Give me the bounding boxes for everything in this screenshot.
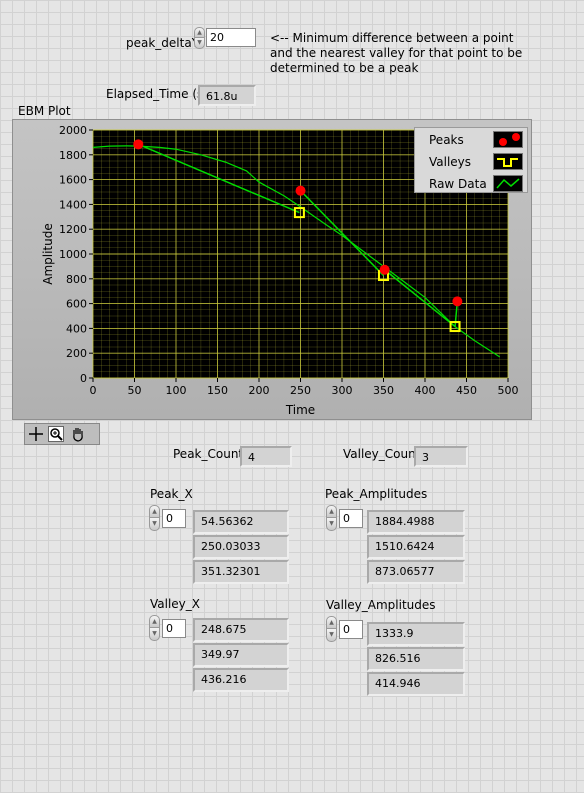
- zoom-tool-icon[interactable]: [48, 426, 64, 442]
- valley-x-index-input[interactable]: 0: [162, 619, 186, 638]
- raw-data-line-icon: [493, 175, 523, 192]
- valley-count-indicator: 3: [414, 446, 468, 467]
- peak-amplitudes-element: 873.06577: [367, 560, 465, 584]
- valley-count-label: Valley_Count: [343, 447, 421, 461]
- increment-arrow-icon[interactable]: ▲: [149, 615, 160, 628]
- x-tick-label: 50: [128, 384, 142, 397]
- increment-arrow-icon[interactable]: ▲: [194, 27, 205, 38]
- valley-x-element: 248.675: [193, 618, 289, 642]
- decrement-arrow-icon[interactable]: ▼: [149, 628, 160, 641]
- elapsed-time-indicator: 61.8u: [198, 85, 256, 106]
- x-tick-label: 250: [290, 384, 311, 397]
- legend-label-valleys: Valleys: [429, 155, 472, 169]
- peak-x-index-stepper[interactable]: ▲ ▼: [149, 505, 160, 531]
- valley-amplitudes-label: Valley_Amplitudes: [326, 598, 436, 612]
- peak-amplitudes-label: Peak_Amplitudes: [325, 487, 428, 501]
- peak-x-element: 54.56362: [193, 510, 289, 534]
- x-tick-label: 400: [415, 384, 436, 397]
- valley-amplitudes-index-input[interactable]: 0: [339, 620, 363, 639]
- valley-amplitudes-element: 1333.9: [367, 622, 465, 646]
- peak-count-label: Peak_Count: [173, 447, 244, 461]
- y-tick-label: 0: [80, 372, 87, 385]
- peak-amplitudes-index-stepper[interactable]: ▲ ▼: [326, 505, 337, 531]
- increment-arrow-icon[interactable]: ▲: [326, 505, 337, 518]
- crosshair-tool-icon[interactable]: [28, 426, 44, 442]
- peak-marker-icon: [493, 131, 523, 148]
- x-tick-label: 150: [207, 384, 228, 397]
- elapsed-time-label: Elapsed_Time (s): [106, 87, 208, 101]
- valley-amplitudes-element: 826.516: [367, 647, 465, 671]
- increment-arrow-icon[interactable]: ▲: [149, 505, 160, 518]
- valley-x-index-stepper[interactable]: ▲ ▼: [149, 615, 160, 641]
- graph-palette: [24, 423, 100, 445]
- peak-delta-label: peak_deltaY: [126, 36, 200, 50]
- peak-amplitudes-element: 1510.6424: [367, 535, 465, 559]
- peak-delta-stepper[interactable]: ▲ ▼: [194, 27, 205, 49]
- x-tick-label: 0: [90, 384, 97, 397]
- legend-item-raw-data[interactable]: Raw Data: [415, 173, 527, 194]
- valley-x-label: Valley_X: [150, 597, 201, 611]
- peak-amplitudes-element: 1884.4988: [367, 510, 465, 534]
- y-axis-label: Amplitude: [41, 223, 55, 285]
- peak-point: [133, 139, 144, 150]
- peak-x-element: 250.03033: [193, 535, 289, 559]
- y-tick-label: 600: [66, 298, 87, 311]
- valley-x-element: 436.216: [193, 668, 289, 692]
- hint-line-1: <-- Minimum difference between a point: [270, 31, 514, 45]
- graph-title: EBM Plot: [18, 104, 71, 118]
- hint-line-3: determined to be a peak: [270, 61, 419, 75]
- plot-legend: Peaks Valleys Raw Data: [414, 127, 528, 193]
- increment-arrow-icon[interactable]: ▲: [326, 616, 337, 629]
- x-tick-label: 200: [249, 384, 270, 397]
- x-tick-label: 100: [166, 384, 187, 397]
- legend-item-peaks[interactable]: Peaks: [415, 129, 527, 150]
- decrement-arrow-icon[interactable]: ▼: [194, 38, 205, 49]
- valley-marker-icon: [493, 153, 523, 170]
- x-tick-label: 500: [498, 384, 519, 397]
- peak-count-indicator: 4: [240, 446, 292, 467]
- y-tick-label: 400: [66, 322, 87, 335]
- valley-amplitudes-index-stepper[interactable]: ▲ ▼: [326, 616, 337, 642]
- y-tick-label: 1800: [59, 149, 87, 162]
- peak-point: [379, 264, 390, 275]
- y-tick-label: 200: [66, 347, 87, 360]
- y-tick-label: 1400: [59, 198, 87, 211]
- y-tick-label: 800: [66, 273, 87, 286]
- y-tick-label: 2000: [59, 124, 87, 137]
- decrement-arrow-icon[interactable]: ▼: [326, 629, 337, 642]
- valley-x-element: 349.97: [193, 643, 289, 667]
- x-tick-label: 300: [332, 384, 353, 397]
- valley-amplitudes-element: 414.946: [367, 672, 465, 696]
- legend-item-valleys[interactable]: Valleys: [415, 151, 527, 172]
- y-tick-label: 1000: [59, 248, 87, 261]
- hint-line-2: and the nearest valley for that point to…: [270, 46, 523, 60]
- decrement-arrow-icon[interactable]: ▼: [326, 518, 337, 531]
- x-axis-label: Time: [285, 403, 315, 417]
- peak-amplitudes-index-input[interactable]: 0: [339, 509, 363, 528]
- decrement-arrow-icon[interactable]: ▼: [149, 518, 160, 531]
- peak-point: [452, 296, 463, 307]
- y-tick-label: 1200: [59, 223, 87, 236]
- y-tick-label: 1600: [59, 174, 87, 187]
- x-tick-label: 350: [373, 384, 394, 397]
- peak-x-element: 351.32301: [193, 560, 289, 584]
- peak-x-label: Peak_X: [150, 487, 193, 501]
- peak-x-index-input[interactable]: 0: [162, 509, 186, 528]
- x-tick-label: 450: [456, 384, 477, 397]
- peak-delta-input[interactable]: 20: [206, 28, 256, 47]
- pan-hand-tool-icon[interactable]: [70, 426, 86, 442]
- peak-point: [295, 185, 306, 196]
- legend-label-raw-data: Raw Data: [429, 177, 487, 191]
- legend-label-peaks: Peaks: [429, 133, 464, 147]
